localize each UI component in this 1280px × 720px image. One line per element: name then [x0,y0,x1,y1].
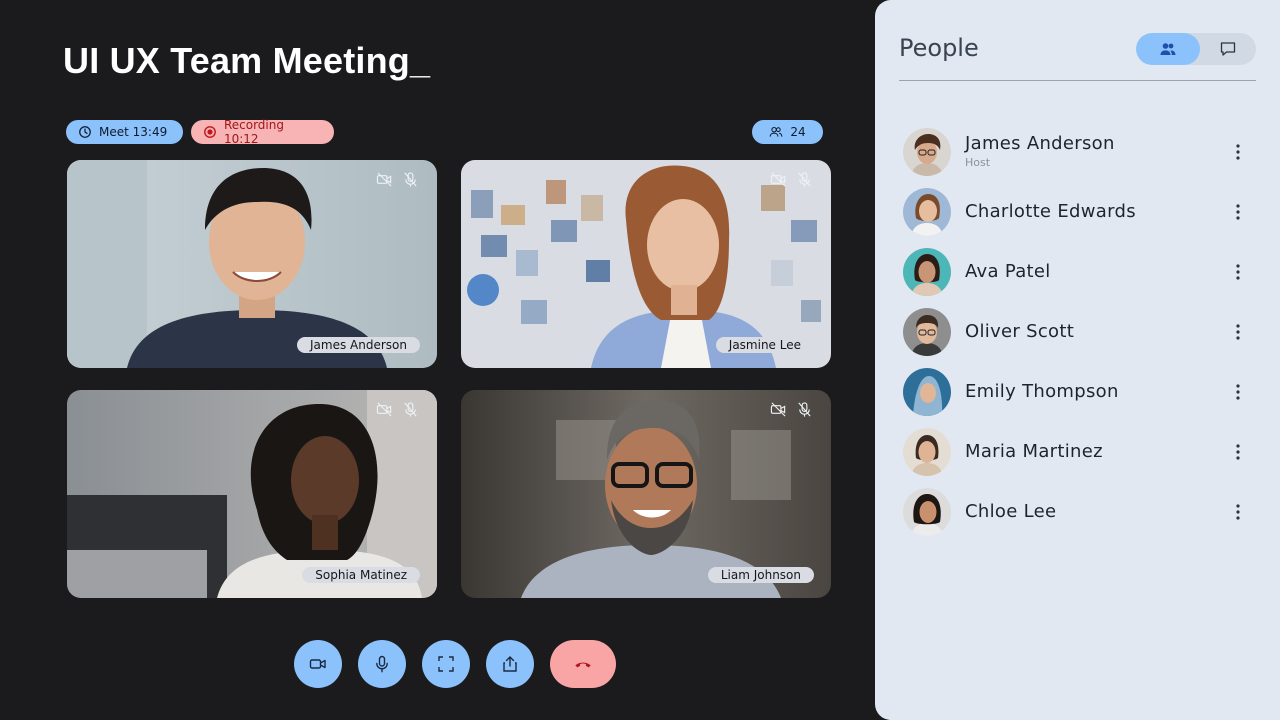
people-icon [1160,43,1176,55]
more-options-icon[interactable] [1228,142,1248,162]
more-options-icon[interactable] [1228,382,1248,402]
microphone-button[interactable] [358,640,406,688]
avatar [903,128,951,176]
participant-name: Chloe Lee [965,501,1057,522]
avatar [903,248,951,296]
participant-name-tag: Sophia Matinez [302,567,420,583]
video-tile[interactable]: Sophia Matinez [67,390,437,598]
meet-timer-badge: Meet 13:49 [66,120,183,144]
participant-name: Oliver Scott [965,321,1075,342]
video-tile[interactable]: James Anderson [67,160,437,368]
camera-off-icon [770,402,786,417]
share-button[interactable] [486,640,534,688]
microphone-icon [376,655,388,673]
panel-view-toggle [1136,33,1256,65]
mic-off-icon [798,172,811,187]
camera-off-icon [376,172,392,187]
video-camera-icon [309,659,326,669]
clock-icon [79,126,91,138]
mic-off-icon [404,402,417,417]
record-icon [204,126,216,138]
more-options-icon[interactable] [1228,322,1248,342]
more-options-icon[interactable] [1228,202,1248,222]
participant-name: James Anderson [965,133,1115,154]
more-options-icon[interactable] [1228,442,1248,462]
participant-count: 24 [790,125,806,139]
video-tile[interactable]: Jasmine Lee [461,160,831,368]
fullscreen-icon [438,656,454,672]
participant-row[interactable]: Chloe Lee [903,488,1258,536]
camera-off-icon [376,402,392,417]
host-label: Host [965,156,991,169]
participant-row[interactable]: Maria Martinez [903,428,1258,476]
participant-name: Ava Patel [965,261,1051,282]
participant-row[interactable]: Ava Patel [903,248,1258,296]
participant-row[interactable]: Emily Thompson [903,368,1258,416]
camera-off-icon [770,172,786,187]
participant-name-tag: Jasmine Lee [715,337,814,353]
avatar [903,188,951,236]
share-icon [503,656,517,672]
participant-row[interactable]: Charlotte Edwards [903,188,1258,236]
people-panel: People James Anderson Host Charlotte Edw… [875,0,1280,720]
participant-name: Emily Thompson [965,381,1119,402]
chat-icon [1220,42,1236,56]
mic-off-icon [798,402,811,417]
camera-button[interactable] [294,640,342,688]
end-call-button[interactable] [550,640,616,688]
participant-name: Maria Martinez [965,441,1103,462]
participant-name: Charlotte Edwards [965,201,1136,222]
mic-off-icon [404,172,417,187]
meet-timer-label: Meet 13:49 [99,125,168,139]
recording-badge: Recording 10:12 [191,118,334,146]
fullscreen-button[interactable] [422,640,470,688]
participant-row[interactable]: James Anderson Host [903,128,1258,176]
recording-label: Recording 10:12 [223,118,284,146]
participant-name-tag: James Anderson [297,337,420,353]
more-options-icon[interactable] [1228,262,1248,282]
more-options-icon[interactable] [1228,502,1248,522]
tab-chat[interactable] [1196,33,1256,65]
panel-title: People [899,34,979,62]
participant-count-button[interactable]: 24 [752,120,823,144]
panel-divider [899,80,1256,81]
video-tile[interactable]: Liam Johnson [461,390,831,598]
participant-row[interactable]: Oliver Scott [903,308,1258,356]
hang-up-icon [575,662,591,668]
avatar [903,428,951,476]
tab-people[interactable] [1136,33,1200,65]
avatar [903,308,951,356]
meeting-title: UI UX Team Meeting_ [63,40,431,81]
people-icon [770,126,783,137]
avatar [903,368,951,416]
participant-name-tag: Liam Johnson [707,567,814,583]
avatar [903,488,951,536]
